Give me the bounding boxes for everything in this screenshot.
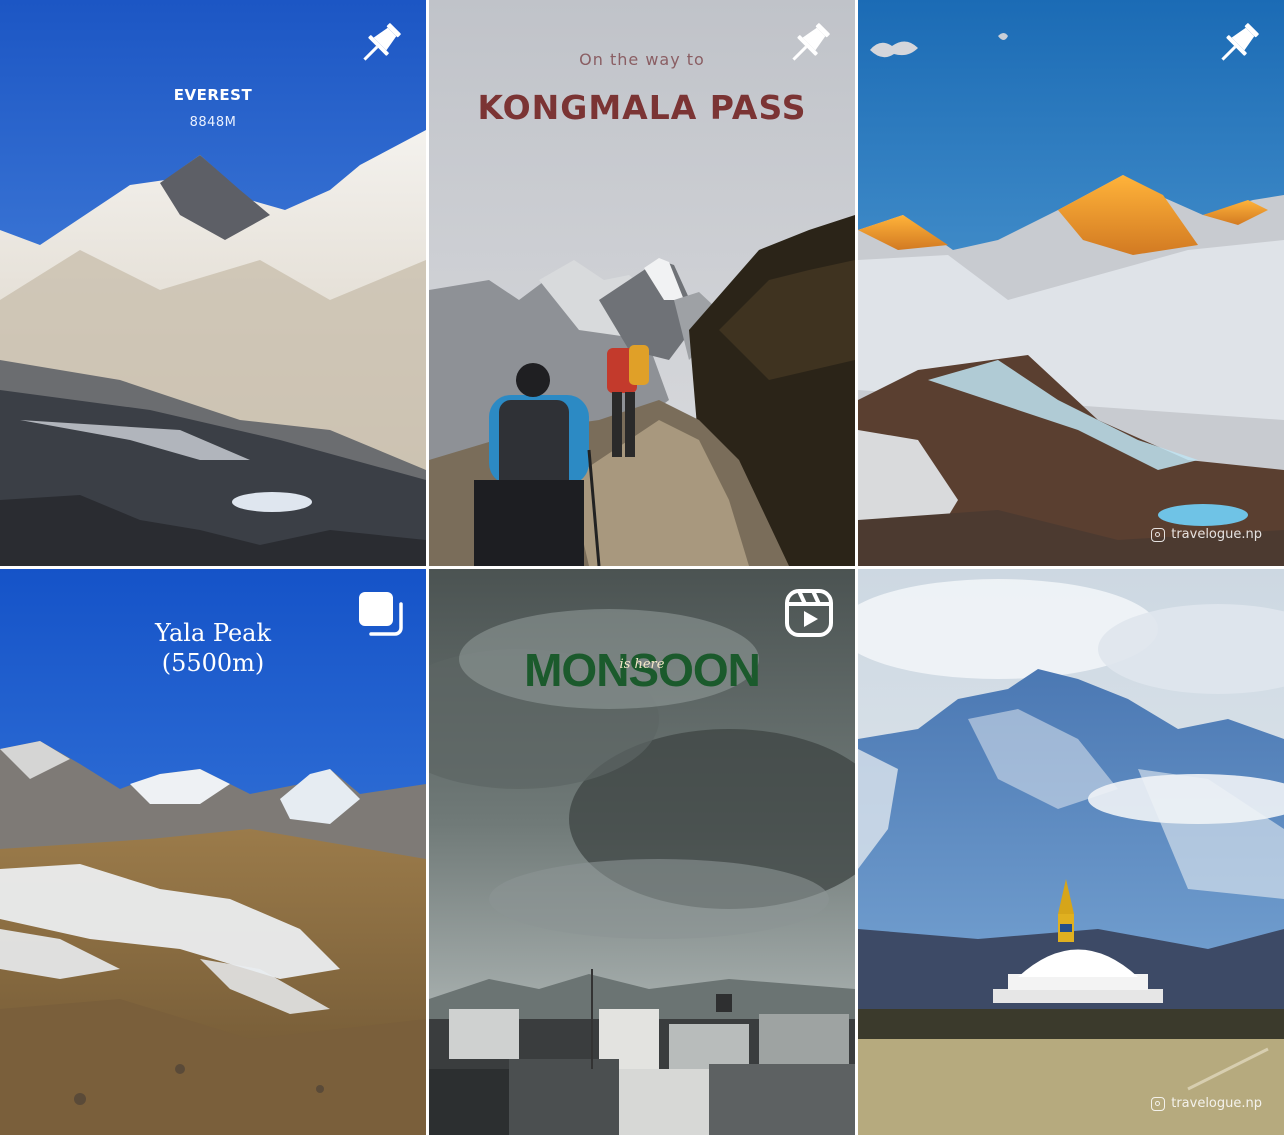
post-tile-monsoon[interactable]: MONSOON is here <box>429 569 855 1135</box>
post-title: EVEREST <box>173 86 253 104</box>
post-script-word: is here <box>619 657 665 672</box>
everest-photo <box>0 0 426 566</box>
instagram-icon <box>1151 1096 1166 1111</box>
instagram-icon <box>1151 527 1166 542</box>
post-tile-everest[interactable]: EVEREST 8848M <box>0 0 426 566</box>
watermark: travelogue.np <box>1151 1096 1262 1111</box>
post-title-line2: (5500m) <box>161 649 265 677</box>
post-tile-yala-peak[interactable]: Yala Peak (5500m) <box>0 569 426 1135</box>
pin-icon <box>783 18 835 70</box>
pin-icon <box>354 18 406 70</box>
post-tile-kongmala-pass[interactable]: On the way to KONGMALA PASS <box>429 0 855 566</box>
pin-icon <box>1212 18 1264 70</box>
reels-icon <box>783 587 835 639</box>
carousel-icon <box>354 587 406 639</box>
post-title: KONGMALA PASS <box>477 88 807 127</box>
watermark-text: travelogue.np <box>1171 1096 1262 1111</box>
watermark: travelogue.np <box>1151 527 1262 542</box>
kongmala-trek-photo <box>429 0 855 566</box>
post-tile-stupa[interactable]: travelogue.np <box>858 569 1284 1135</box>
profile-post-grid: EVEREST 8848M On the way to KONGMALA PAS… <box>0 0 1284 1135</box>
post-subtitle: 8848M <box>189 115 237 130</box>
everest-sunset-photo <box>858 0 1284 566</box>
watermark-text: travelogue.np <box>1171 527 1262 542</box>
post-tile-everest-sunset[interactable]: travelogue.np <box>858 0 1284 566</box>
stupa-photo <box>858 569 1284 1135</box>
